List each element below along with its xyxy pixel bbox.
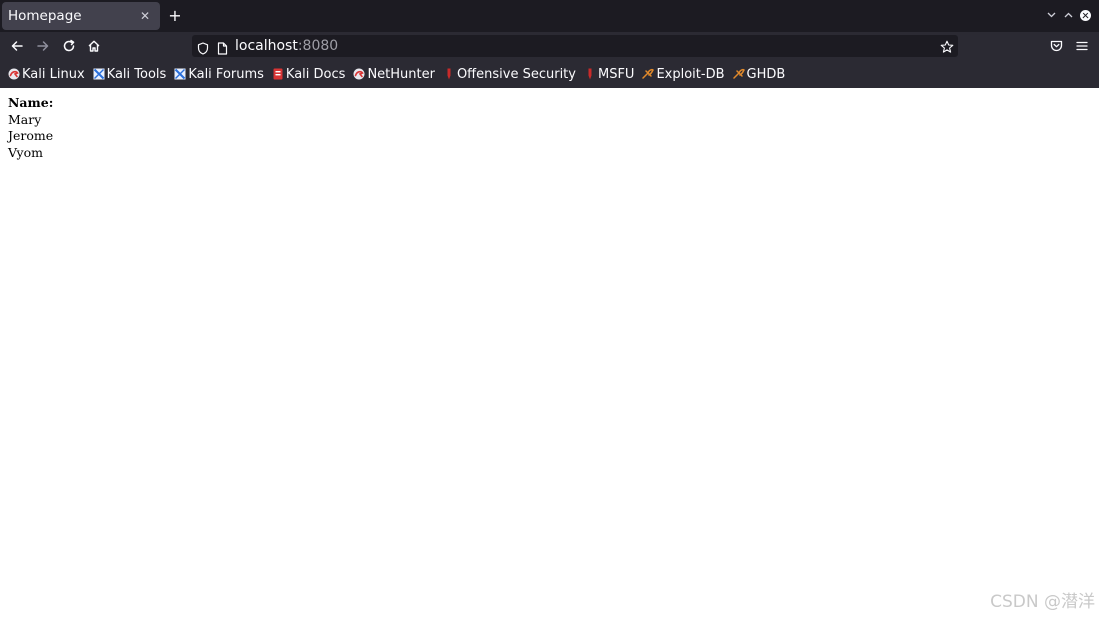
bookmark-kali-tools[interactable]: Kali Tools bbox=[93, 66, 167, 82]
bookmark-label: NetHunter bbox=[367, 66, 435, 82]
bookmark-label: GHDB bbox=[746, 66, 786, 82]
kali-dragon-icon bbox=[8, 68, 20, 80]
bookmark-label: Kali Forums bbox=[188, 66, 264, 82]
bookmark-kali-linux[interactable]: Kali Linux bbox=[8, 67, 85, 82]
tab-title: Homepage bbox=[8, 8, 82, 24]
bookmark-label: Kali Linux bbox=[22, 66, 85, 82]
page-content: Name: Mary Jerome Vyom bbox=[8, 95, 53, 161]
url-port: :8080 bbox=[297, 38, 339, 54]
bookmark-nethunter[interactable]: NetHunter bbox=[353, 67, 435, 82]
window-controls bbox=[1046, 9, 1091, 21]
bookmark-msfu[interactable]: MSFU bbox=[584, 67, 634, 82]
ghdb-icon bbox=[732, 68, 745, 80]
home-icon[interactable] bbox=[84, 36, 104, 56]
url-text: localhost:8080 bbox=[235, 38, 338, 54]
bookmark-label: Kali Tools bbox=[106, 66, 167, 82]
kali-docs-icon bbox=[272, 68, 284, 80]
close-icon[interactable]: ✕ bbox=[138, 9, 152, 23]
star-icon[interactable] bbox=[940, 39, 954, 58]
bookmark-label: Kali Docs bbox=[285, 66, 346, 82]
bookmark-label: MSFU bbox=[597, 66, 635, 82]
shield-icon[interactable] bbox=[197, 40, 209, 59]
tab-strip: Homepage ✕ + bbox=[0, 0, 1099, 32]
exploit-db-icon bbox=[642, 68, 655, 80]
name-item: Jerome bbox=[8, 128, 54, 144]
kali-forums-icon bbox=[174, 68, 186, 80]
name-label: Name: bbox=[8, 95, 54, 110]
pocket-icon[interactable] bbox=[1046, 36, 1066, 56]
url-bar[interactable]: localhost:8080 bbox=[192, 35, 958, 57]
bookmark-ghdb[interactable]: GHDB bbox=[732, 66, 786, 82]
bookmarks-toolbar: Kali Linux Kali Tools Kali Forums Kali D… bbox=[0, 60, 1099, 88]
bookmark-label: Offensive Security bbox=[456, 66, 576, 82]
bookmark-kali-forums[interactable]: Kali Forums bbox=[174, 67, 264, 82]
arrow-left-icon[interactable] bbox=[7, 36, 27, 56]
chevron-up-icon[interactable] bbox=[1063, 9, 1073, 21]
name-item: Vyom bbox=[8, 144, 43, 160]
arrow-right-icon[interactable] bbox=[33, 36, 53, 56]
hamburger-menu-icon[interactable] bbox=[1072, 36, 1092, 56]
bookmark-kali-docs[interactable]: Kali Docs bbox=[272, 66, 346, 82]
nethunter-icon bbox=[353, 68, 365, 80]
msfu-icon bbox=[584, 68, 596, 80]
tab-homepage[interactable]: Homepage ✕ bbox=[2, 2, 160, 30]
kali-tools-icon bbox=[93, 68, 105, 80]
chevron-down-icon[interactable] bbox=[1046, 9, 1056, 21]
plus-icon[interactable]: + bbox=[166, 6, 184, 26]
bookmark-label: Exploit-DB bbox=[656, 66, 725, 82]
watermark: CSDN @潜洋 bbox=[990, 592, 1095, 612]
navigation-toolbar: localhost:8080 bbox=[0, 32, 1099, 60]
close-circle-icon[interactable] bbox=[1080, 9, 1091, 21]
url-host: localhost bbox=[235, 38, 298, 54]
reload-icon[interactable] bbox=[59, 36, 79, 56]
offsec-icon bbox=[443, 68, 455, 80]
bookmark-offensive-security[interactable]: Offensive Security bbox=[443, 67, 576, 82]
page-icon[interactable] bbox=[217, 40, 228, 59]
bookmark-exploit-db[interactable]: Exploit-DB bbox=[642, 66, 725, 82]
name-item: Mary bbox=[8, 111, 42, 127]
